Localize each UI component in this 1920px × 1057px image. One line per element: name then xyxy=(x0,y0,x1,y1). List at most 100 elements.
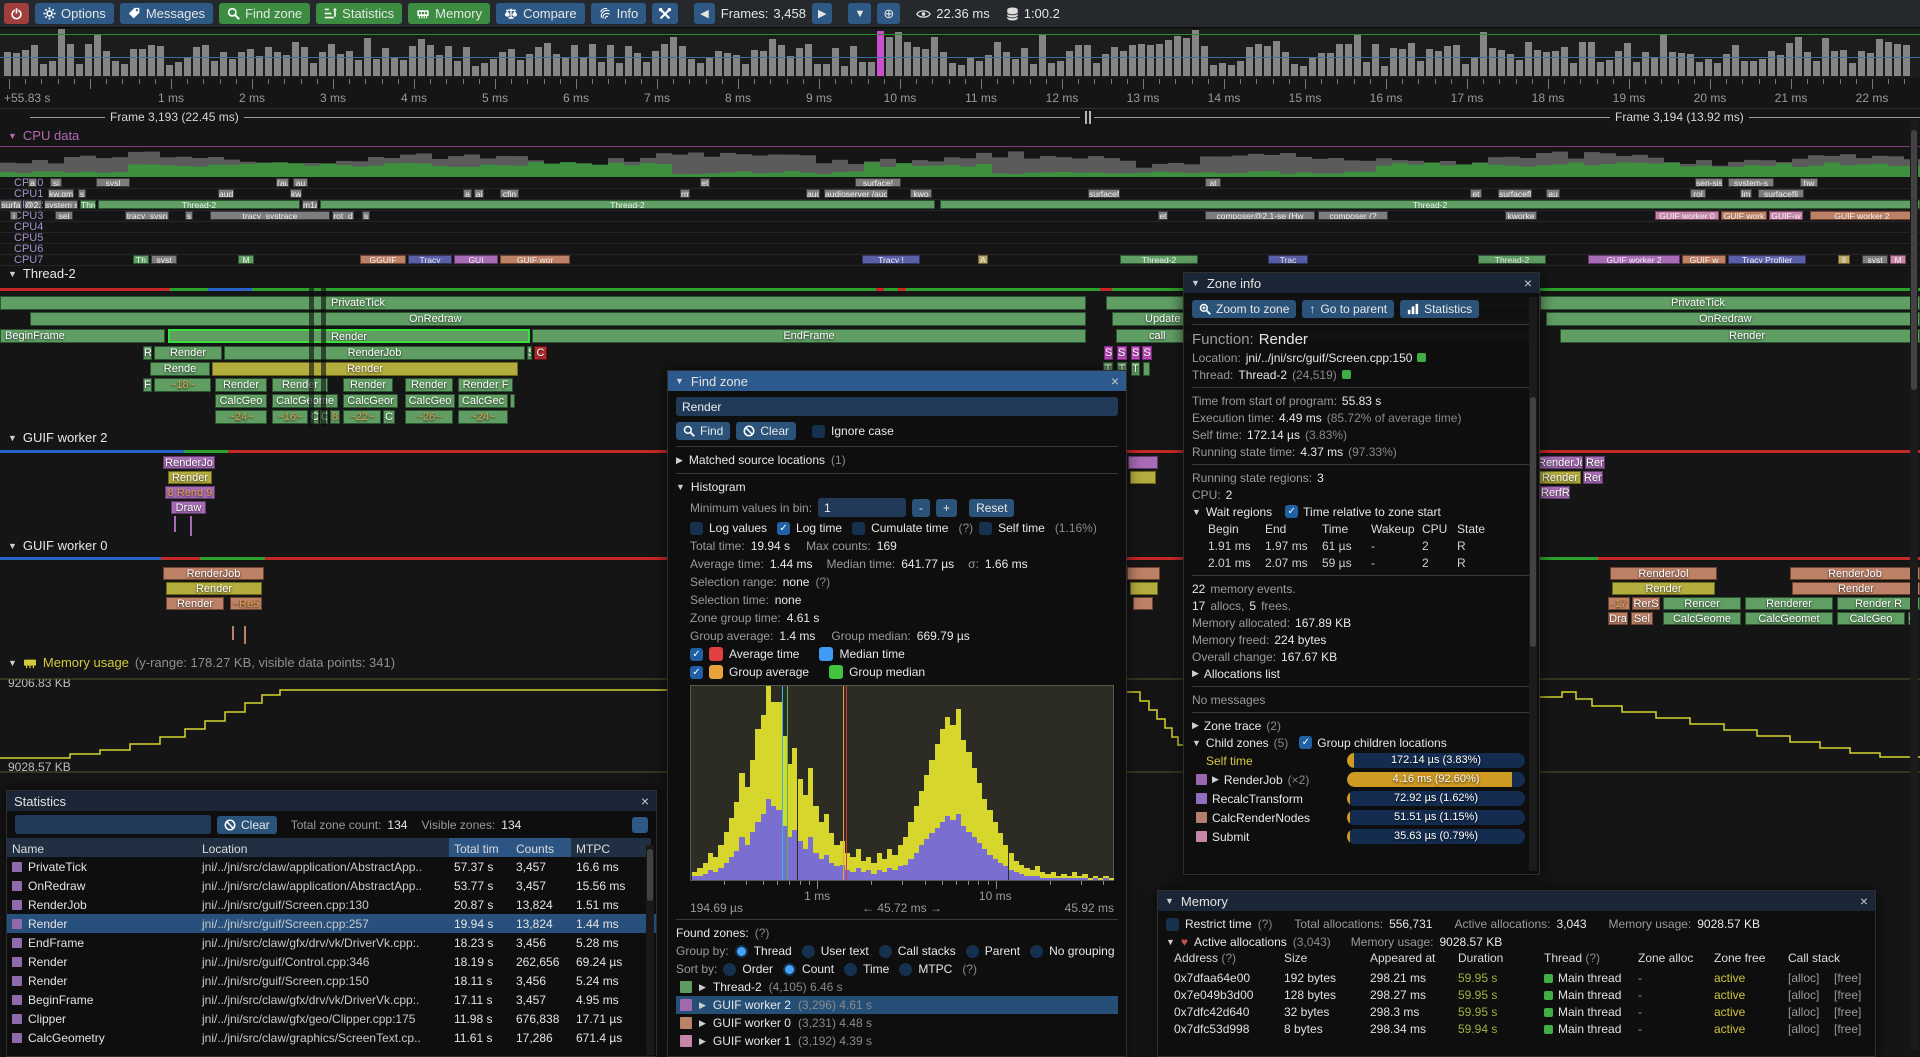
cpu-zone-bar[interactable]: au xyxy=(293,178,308,187)
zone-bar[interactable]: Render xyxy=(1792,582,1920,595)
cpu-zone-bar[interactable]: kw xyxy=(290,189,302,198)
zone-bar[interactable]: RerS xyxy=(1632,597,1660,610)
cpu-zone-bar[interactable]: tracy_sysn xyxy=(125,211,169,220)
memory-titlebar[interactable]: ▼ Memory × xyxy=(1158,891,1875,911)
zone-bar[interactable] xyxy=(1130,471,1156,484)
cpu-zone-bar[interactable]: et xyxy=(700,178,710,187)
cpu-zone-bar[interactable]: aud xyxy=(218,189,234,198)
cpu-zone-bar[interactable]: composer@2.1-se (Hw xyxy=(1205,211,1315,220)
messages-button[interactable]: Messages xyxy=(120,3,213,24)
source-location-swatch[interactable] xyxy=(1417,353,1426,362)
expand-icon[interactable]: ▶ xyxy=(676,455,683,466)
zone-bar[interactable] xyxy=(1128,456,1158,469)
frame-dropdown-button[interactable]: ▼ xyxy=(848,3,871,24)
shutdown-button[interactable] xyxy=(4,3,29,24)
zone-bar[interactable]: Render xyxy=(212,362,518,376)
cpu-zone-bar[interactable]: au xyxy=(1546,189,1560,198)
alloc-cell[interactable]: [alloc] xyxy=(1788,1005,1819,1019)
zone-bar[interactable] xyxy=(1133,597,1153,610)
child-zone-row[interactable]: Self time172.14 µs (3.83%) xyxy=(1192,751,1531,770)
wait-col-header[interactable]: Wakeup xyxy=(1371,522,1417,536)
alloc-cell[interactable]: [alloc] xyxy=(1788,988,1819,1002)
zone-bar[interactable] xyxy=(1143,362,1150,376)
zone-bar[interactable]: RenderJol xyxy=(1610,567,1717,580)
checkbox-log-time[interactable]: ✓ xyxy=(777,522,790,535)
alloc-col-header-zone-free[interactable]: Zone free xyxy=(1714,951,1765,965)
histogram-bin[interactable] xyxy=(1109,686,1114,880)
cpu-zone-bar[interactable]: surfacefli xyxy=(1758,189,1804,198)
cpu-zone-bar[interactable]: m1a xyxy=(302,200,318,209)
expand-icon[interactable]: ▶ xyxy=(1192,668,1199,679)
close-icon[interactable]: × xyxy=(1860,893,1868,909)
zone-bar[interactable]: ~24~ xyxy=(458,410,508,424)
zone-bar[interactable]: ~Re5 xyxy=(230,597,262,610)
cpu-zone-bar[interactable]: Tracy xyxy=(408,255,452,264)
zone-bar[interactable] xyxy=(510,394,515,408)
cpu-zone-bar[interactable]: a xyxy=(463,189,472,198)
cpu-zone-bar[interactable]: @2.g xyxy=(24,200,42,209)
expand-icon[interactable]: ▶ xyxy=(699,1036,706,1047)
cpu-zone-bar[interactable]: surface! xyxy=(855,178,901,187)
zone-bar[interactable]: ~22~ xyxy=(343,410,381,424)
cpu-zone-bar[interactable]: M xyxy=(238,255,254,264)
table-row[interactable]: OnRedrawjni/../jni/src/claw/application/… xyxy=(7,876,656,895)
collapse-icon[interactable]: ▼ xyxy=(1166,937,1175,947)
zone-bar[interactable]: -17 xyxy=(1608,597,1630,610)
column-header-counts[interactable]: Counts xyxy=(511,838,571,857)
cpu-zone-bar[interactable]: GGUIF xyxy=(360,255,406,264)
ignore-case-checkbox[interactable] xyxy=(812,425,825,438)
cpu-zone-bar[interactable]: s xyxy=(362,211,370,220)
cpu-zone-bar[interactable]: system se xyxy=(44,200,78,209)
zone-bar[interactable]: RenderJob xyxy=(163,567,264,580)
zone-bar[interactable]: CalcGeo xyxy=(1837,612,1905,625)
thread-header[interactable]: ▼GUIF worker 0 xyxy=(8,538,107,553)
histogram-section-header[interactable]: ▼ Histogram xyxy=(676,478,1118,496)
cpu-zone-bar[interactable]: rol xyxy=(1690,189,1706,198)
zoom-to-zone-button[interactable]: Zoom to zone xyxy=(1192,300,1296,318)
cpu-zone-bar[interactable]: surfa xyxy=(0,200,22,209)
cpu-zone-bar[interactable]: GUIF-w xyxy=(1769,211,1803,220)
cpu-zone-bar[interactable]: sen-sis xyxy=(1695,178,1723,187)
zone-bar[interactable]: CalcGeomet xyxy=(1745,612,1833,625)
main-scrollbar[interactable] xyxy=(1910,120,1918,1050)
alloc-col-header-duration[interactable]: Duration xyxy=(1458,951,1503,965)
cpu-zone-bar[interactable]: im xyxy=(1740,189,1752,198)
cpu-zone-bar[interactable]: syst xyxy=(151,255,177,264)
cpu-zone-bar[interactable]: Tracy ! xyxy=(862,255,920,264)
wait-col-header[interactable]: CPU xyxy=(1422,522,1452,536)
cpu-zone-bar[interactable]: Thread-2 xyxy=(1478,255,1546,264)
cpu-zone-bar[interactable]: Th xyxy=(133,255,149,264)
zone-bar[interactable]: C xyxy=(383,410,395,424)
zone-bar[interactable]: OnRedraw xyxy=(30,312,1086,326)
zone-bar[interactable]: CalcGeome xyxy=(1663,612,1741,625)
cpu-zone-bar[interactable]: hw xyxy=(1800,178,1818,187)
cpu-zone-bar[interactable]: system-s xyxy=(1728,178,1774,187)
tools-button[interactable] xyxy=(652,3,678,24)
radio-order[interactable] xyxy=(723,963,736,976)
zone-bar[interactable]: Rende xyxy=(150,362,210,376)
alloc-col-header-thread[interactable]: Thread (?) xyxy=(1544,951,1600,965)
zone-bar[interactable]: R xyxy=(143,346,152,360)
zone-bar[interactable]: RerfR xyxy=(1540,486,1570,499)
cpu-zone-bar[interactable]: sysl xyxy=(96,178,130,187)
collapse-icon[interactable]: ▼ xyxy=(1192,738,1201,748)
collapse-icon[interactable]: ▼ xyxy=(1191,278,1200,288)
cpu-zone-bar[interactable]: s xyxy=(78,189,86,198)
alloc-col-header-call-stack[interactable]: Call stack xyxy=(1788,951,1840,965)
statistics-button[interactable]: Statistics xyxy=(316,3,402,24)
find-zone-button[interactable]: Find zone xyxy=(219,3,310,24)
cpu-zone-bar[interactable]: et xyxy=(1470,189,1482,198)
cpu-zone-bar[interactable]: i xyxy=(10,211,18,220)
zone-bar[interactable]: Render xyxy=(154,346,222,360)
allocations-list-header[interactable]: ▶ Allocations list xyxy=(1192,665,1531,682)
table-row[interactable]: Renderjni/../jni/src/guif/Control.cpp:34… xyxy=(7,952,656,971)
zone-bar[interactable]: Render xyxy=(1560,329,1920,343)
radio-user-text[interactable] xyxy=(802,945,815,958)
zone-bar[interactable]: Render xyxy=(1539,471,1581,484)
wait-col-header[interactable]: Time xyxy=(1322,522,1366,536)
zone-bar[interactable]: Render R xyxy=(1837,597,1920,610)
min-bin-input[interactable] xyxy=(818,498,906,517)
collapse-icon[interactable]: ▼ xyxy=(8,433,17,443)
go-to-parent-button[interactable]: ↑ Go to parent xyxy=(1302,300,1394,318)
statistics-scrollbar[interactable] xyxy=(647,849,653,901)
